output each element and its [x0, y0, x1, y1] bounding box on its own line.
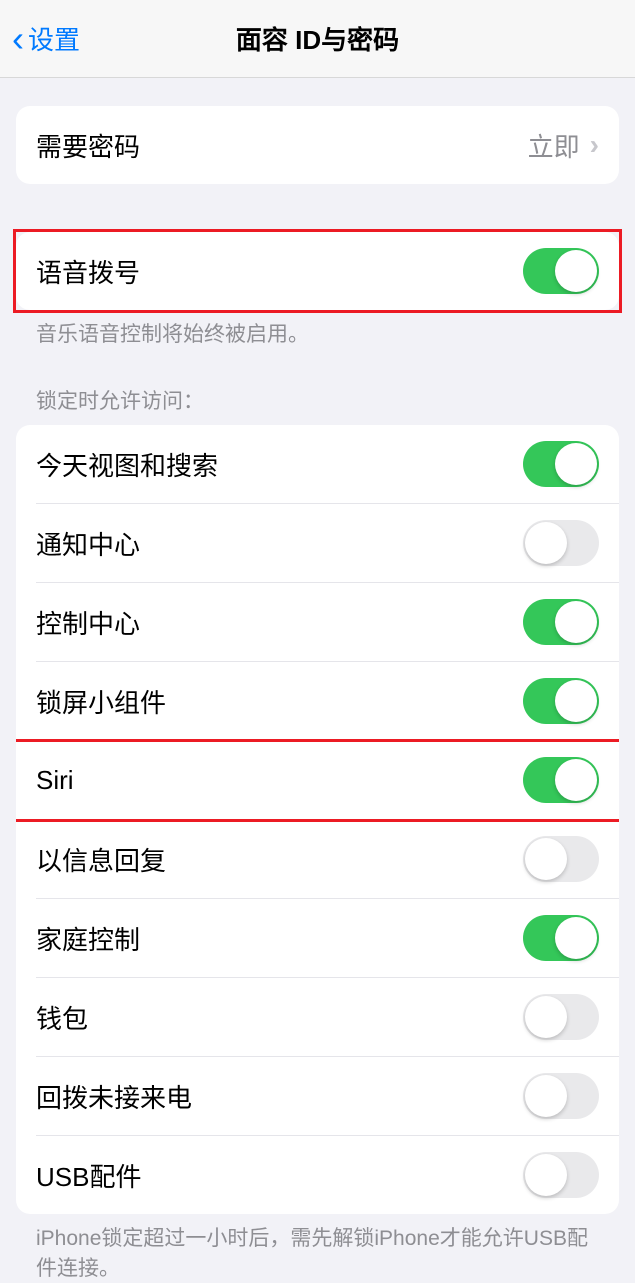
page-title: 面容 ID与密码	[236, 20, 399, 57]
lock-access-toggle[interactable]	[523, 757, 599, 803]
chevron-right-icon: ›	[590, 129, 599, 161]
lock-access-row: 控制中心	[36, 583, 619, 662]
lock-access-toggle[interactable]	[523, 1152, 599, 1198]
lock-access-row: 通知中心	[36, 504, 619, 583]
lock-access-row: 锁屏小组件	[36, 662, 619, 741]
require-passcode-card: 需要密码 立即 ›	[16, 106, 619, 184]
lock-access-label: 家庭控制	[36, 920, 140, 957]
back-label: 设置	[28, 20, 80, 57]
lock-access-label: 回拨未接来电	[36, 1078, 192, 1115]
lock-access-header: 锁定时允许访问：	[16, 385, 619, 425]
require-passcode-label: 需要密码	[36, 127, 140, 164]
lock-access-card: 今天视图和搜索通知中心控制中心锁屏小组件 Siri 以信息回复家庭控制钱包回拨未接来…	[16, 425, 619, 1214]
lock-access-footer: iPhone锁定超过一小时后，需先解锁iPhone才能允许USB配件连接。	[16, 1214, 619, 1283]
lock-access-row: 今天视图和搜索	[36, 425, 619, 504]
lock-access-toggle[interactable]	[523, 599, 599, 645]
lock-access-toggle[interactable]	[523, 520, 599, 566]
voice-dial-card: 语音拨号	[16, 232, 619, 310]
require-passcode-row[interactable]: 需要密码 立即 ›	[16, 106, 619, 184]
lock-access-label: 通知中心	[36, 525, 140, 562]
lock-access-row: 以信息回复	[36, 820, 619, 899]
lock-access-toggle[interactable]	[523, 441, 599, 487]
voice-dial-row: 语音拨号	[16, 232, 619, 310]
lock-access-label: 锁屏小组件	[36, 683, 166, 720]
lock-access-toggle[interactable]	[523, 1073, 599, 1119]
navigation-header: ‹ 设置 面容 ID与密码	[0, 0, 635, 78]
back-button[interactable]: ‹ 设置	[0, 20, 80, 57]
voice-dial-label: 语音拨号	[36, 253, 140, 290]
lock-access-row: 家庭控制	[36, 899, 619, 978]
lock-access-toggle[interactable]	[523, 678, 599, 724]
require-passcode-value: 立即	[528, 127, 580, 164]
lock-access-row: 钱包	[36, 978, 619, 1057]
lock-access-row: Siri	[36, 741, 619, 820]
voice-dial-toggle[interactable]	[523, 248, 599, 294]
lock-access-label: USB配件	[36, 1157, 141, 1194]
lock-access-row: USB配件	[36, 1136, 619, 1214]
lock-access-label: 以信息回复	[36, 841, 166, 878]
lock-access-label: 今天视图和搜索	[36, 446, 218, 483]
lock-access-toggle[interactable]	[523, 915, 599, 961]
chevron-left-icon: ‹	[12, 21, 24, 57]
lock-access-label: 钱包	[36, 999, 88, 1036]
voice-dial-footer: 音乐语音控制将始终被启用。	[16, 310, 619, 349]
lock-access-label: 控制中心	[36, 604, 140, 641]
lock-access-row: 回拨未接来电	[36, 1057, 619, 1136]
lock-access-label: Siri	[36, 765, 74, 796]
lock-access-toggle[interactable]	[523, 836, 599, 882]
lock-access-toggle[interactable]	[523, 994, 599, 1040]
